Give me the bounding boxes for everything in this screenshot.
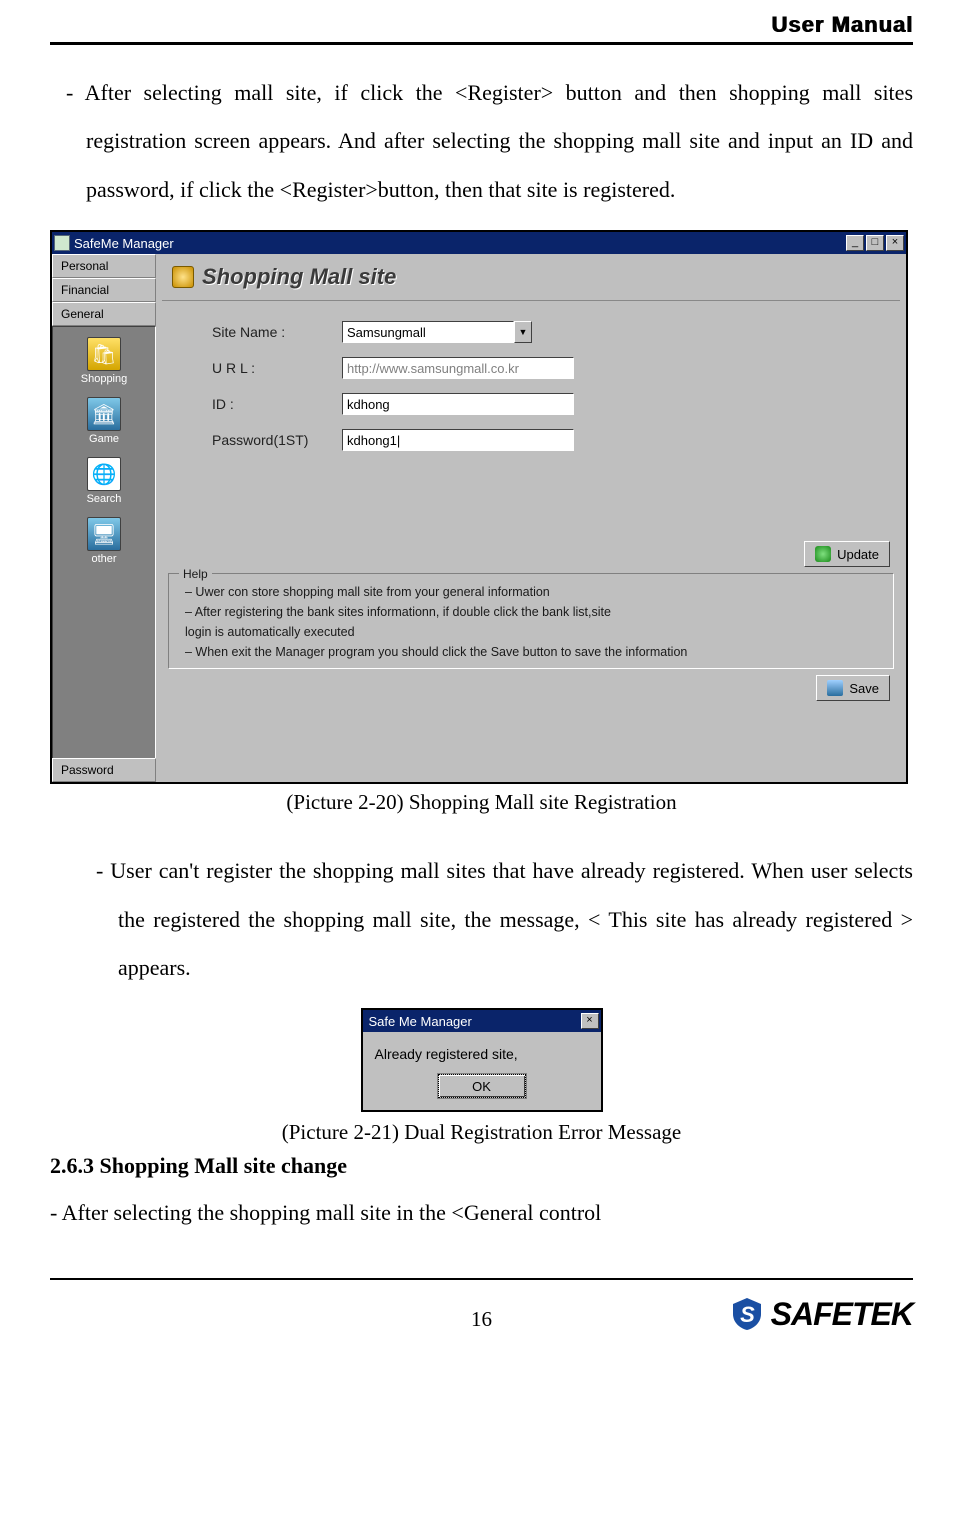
id-input[interactable]: kdhong — [342, 393, 574, 415]
sidebar-item-shopping[interactable]: 🛍 Shopping — [81, 337, 128, 385]
other-icon: 🖥 — [87, 517, 121, 551]
site-name-combo[interactable]: Samsungmall ▼ — [342, 321, 532, 343]
brand-text: SAFETEK — [771, 1296, 913, 1333]
close-button[interactable]: × — [886, 235, 904, 251]
dialog-message: Already registered site, — [363, 1032, 601, 1074]
paragraph-3: - After selecting the shopping mall site… — [50, 1189, 913, 1237]
save-button-label: Save — [849, 681, 879, 696]
content-panel: Shopping Mall site Site Name : Samsungma… — [156, 254, 906, 782]
update-icon — [815, 546, 831, 562]
ok-button[interactable]: OK — [438, 1074, 526, 1098]
search-icon: 🌐 — [87, 457, 121, 491]
password-label: Password(1ST) — [212, 432, 342, 448]
save-button[interactable]: Save — [816, 675, 890, 701]
sidebar-item-label: Shopping — [81, 373, 128, 385]
help-line: – Uwer con store shopping mall site from… — [185, 582, 877, 602]
safeme-manager-window: SafeMe Manager _ □ × Personal Financial … — [50, 230, 908, 784]
sidebar-tab-password[interactable]: Password — [52, 758, 156, 782]
panel-title-text: Shopping Mall site — [202, 264, 396, 290]
header-title: User Manual — [50, 12, 913, 42]
page-number: 16 — [471, 1307, 492, 1332]
sidebar-tab-financial[interactable]: Financial — [52, 278, 156, 302]
chevron-down-icon[interactable]: ▼ — [514, 321, 532, 343]
section-heading: 2.6.3 Shopping Mall site change — [50, 1153, 913, 1179]
sidebar-item-other[interactable]: 🖥 other — [87, 517, 121, 565]
svg-text:S: S — [740, 1302, 755, 1327]
sidebar-tab-personal[interactable]: Personal — [52, 254, 156, 278]
save-icon — [827, 680, 843, 696]
sidebar-item-game[interactable]: 🏛 Game — [87, 397, 121, 445]
shopping-icon: 🛍 — [87, 337, 121, 371]
minimize-button[interactable]: _ — [846, 235, 864, 251]
sidebar-item-search[interactable]: 🌐 Search — [87, 457, 122, 505]
help-line: – When exit the Manager program you shou… — [185, 642, 877, 662]
url-label: U R L : — [212, 360, 342, 376]
help-legend: Help — [179, 565, 212, 584]
update-button-label: Update — [837, 547, 879, 562]
help-box: Help – Uwer con store shopping mall site… — [168, 573, 894, 669]
caption-2: (Picture 2-21) Dual Registration Error M… — [50, 1120, 913, 1145]
shield-s-icon: S — [729, 1296, 765, 1332]
dialog-close-button[interactable]: × — [581, 1013, 599, 1029]
registration-form: Site Name : Samsungmall ▼ U R L : http:/… — [162, 321, 900, 451]
app-icon — [54, 235, 70, 251]
sidebar-item-label: Game — [89, 433, 119, 445]
panel-title: Shopping Mall site — [162, 258, 900, 301]
help-line: login is automatically executed — [185, 622, 877, 642]
window-title: SafeMe Manager — [74, 236, 846, 251]
site-name-label: Site Name : — [212, 324, 342, 340]
paragraph-2: - User can't register the shopping mall … — [50, 847, 913, 992]
brand-logo: S SAFETEK — [729, 1296, 913, 1333]
sidebar-item-label: Search — [87, 493, 122, 505]
paragraph-1: - After selecting mall site, if click th… — [50, 69, 913, 214]
dialog-title: Safe Me Manager — [365, 1014, 581, 1029]
error-dialog: Safe Me Manager × Already registered sit… — [361, 1008, 603, 1112]
update-button[interactable]: Update — [804, 541, 890, 567]
sidebar-item-label: other — [91, 553, 116, 565]
header-rule — [50, 42, 913, 45]
maximize-button[interactable]: □ — [866, 235, 884, 251]
site-name-input[interactable]: Samsungmall — [342, 321, 514, 343]
window-titlebar[interactable]: SafeMe Manager _ □ × — [52, 232, 906, 254]
password-input[interactable]: kdhong1| — [342, 429, 574, 451]
panel-title-icon — [172, 266, 194, 288]
help-line: – After registering the bank sites infor… — [185, 602, 877, 622]
url-input[interactable]: http://www.samsungmall.co.kr — [342, 357, 574, 379]
dialog-titlebar[interactable]: Safe Me Manager × — [363, 1010, 601, 1032]
game-icon: 🏛 — [87, 397, 121, 431]
sidebar: Personal Financial General 🛍 Shopping 🏛 … — [52, 254, 156, 782]
id-label: ID : — [212, 396, 342, 412]
sidebar-tab-general[interactable]: General — [52, 302, 156, 326]
caption-1: (Picture 2-20) Shopping Mall site Regist… — [50, 790, 913, 815]
footer-rule — [50, 1278, 913, 1280]
